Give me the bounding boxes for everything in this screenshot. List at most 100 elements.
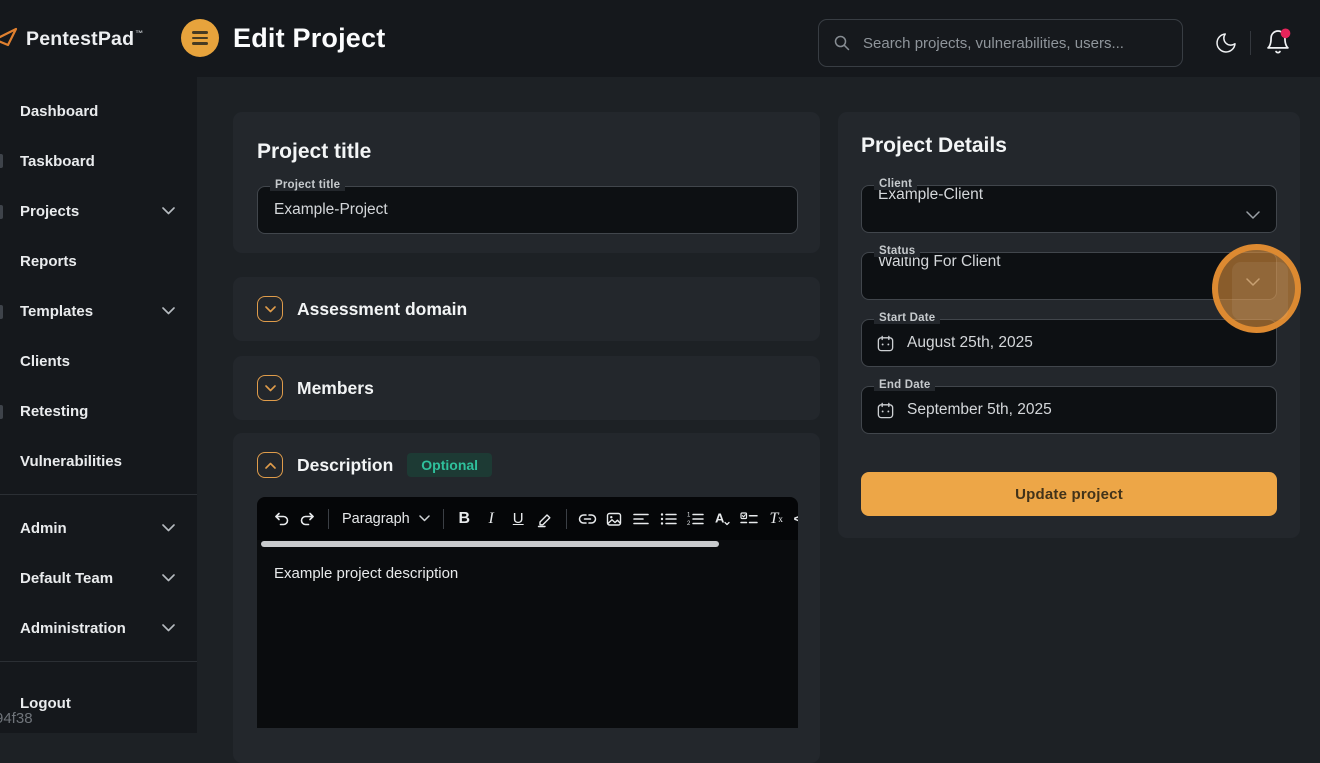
sidebar-item-admin[interactable]: Admin [0,503,197,553]
toolbar-divider [566,509,567,529]
expand-members-button[interactable] [257,375,283,401]
dark-mode-toggle[interactable] [1212,29,1240,57]
status-select[interactable]: Status Waiting For Client [861,252,1277,300]
chevron-down-icon [265,306,276,313]
svg-text:1: 1 [687,512,691,518]
calendar-icon [876,334,895,353]
search-input[interactable] [863,35,1168,52]
menu-toggle-button[interactable] [181,19,219,57]
undo-icon[interactable] [267,497,294,540]
members-title: Members [297,378,374,399]
hamburger-icon [192,31,208,33]
sidebar-item-taskboard[interactable]: Taskboard [0,136,197,186]
chevron-up-icon [265,462,276,469]
image-icon[interactable] [601,497,628,540]
ordered-list-icon[interactable]: 12 [682,497,709,540]
sidebar-item-projects[interactable]: Projects [0,186,197,236]
align-left-icon[interactable] [628,497,655,540]
underline-icon[interactable]: U [505,497,532,540]
bold-icon[interactable]: B [451,497,478,540]
client-select[interactable]: Client Example-Client [861,185,1277,233]
bell-icon [1263,27,1293,57]
sidebar-divider [0,494,197,495]
chevron-down-icon [1246,206,1260,224]
update-project-button[interactable]: Update project [861,472,1277,516]
members-section: Members [233,356,820,420]
code-view-icon[interactable]: <> [790,497,798,540]
start-date-field[interactable]: Start Date August 25th, 2025 [861,319,1277,367]
chevron-down-icon [162,307,175,315]
notifications-button[interactable] [1262,26,1294,58]
cut-off-icon [0,305,3,319]
version-hash: 94f38 [0,710,33,727]
moon-icon [1214,31,1238,55]
description-textarea[interactable]: Example project description [257,548,798,728]
cut-off-icon [0,405,3,419]
sidebar-item-vulnerabilities[interactable]: Vulnerabilities [0,436,197,486]
brand-logo-icon [0,27,20,53]
scrollbar-thumb[interactable] [261,541,719,547]
sidebar-item-dashboard[interactable]: Dashboard [0,86,197,136]
sidebar-item-clients[interactable]: Clients [0,336,197,386]
sidebar-item-templates[interactable]: Templates [0,286,197,336]
project-details-card: Project Details Client Example-Client St… [838,112,1300,538]
highlight-icon[interactable] [532,497,559,540]
page-title: Edit Project [233,23,385,54]
cut-off-icon [0,205,3,219]
assessment-domain-title: Assessment domain [297,299,467,320]
brand-name: PentestPad™ [26,28,143,51]
chevron-down-icon [162,574,175,582]
italic-icon[interactable]: I [478,497,505,540]
start-date-label: Start Date [874,312,940,324]
end-date-field[interactable]: End Date September 5th, 2025 [861,386,1277,434]
toolbar-divider [328,509,329,529]
chevron-down-icon [162,624,175,632]
sidebar-item-administration[interactable]: Administration [0,603,197,653]
header-divider [1250,31,1251,55]
project-title-card: Project title Project title [233,112,820,253]
toolbar-divider [443,509,444,529]
description-title: Description [297,455,393,476]
expand-assessment-domain-button[interactable] [257,296,283,322]
collapse-description-button[interactable] [257,452,283,478]
sidebar-item-default-team[interactable]: Default Team [0,553,197,603]
assessment-domain-section: Assessment domain [233,277,820,341]
sidebar: Dashboard Taskboard Projects Reports Tem… [0,77,197,733]
chevron-down-icon [162,524,175,532]
sidebar-item-retesting[interactable]: Retesting [0,386,197,436]
description-section: Description Optional Paragraph B I U [233,433,820,763]
bullet-list-icon[interactable] [655,497,682,540]
paragraph-style-dropdown[interactable]: Paragraph [336,497,436,540]
link-icon[interactable] [574,497,601,540]
sidebar-divider [0,661,197,662]
client-value: Example-Client [862,186,1276,204]
redo-icon[interactable] [294,497,321,540]
description-text: Example project description [274,565,781,582]
project-details-heading: Project Details [861,134,1277,158]
calendar-icon [876,401,895,420]
editor-horizontal-scrollbar[interactable] [257,540,798,548]
status-value: Waiting For Client [862,253,1276,271]
project-title-field-label: Project title [270,179,345,191]
search-icon [833,34,851,52]
top-header: PentestPad™ Edit Project [0,0,1320,77]
svg-text:2: 2 [687,521,691,526]
project-title-heading: Project title [257,140,798,164]
editor-toolbar: Paragraph B I U 12 [257,497,798,540]
client-label: Client [874,178,917,190]
trademark-symbol: ™ [135,29,143,38]
project-title-field[interactable]: Project title [257,186,798,234]
global-search[interactable] [818,19,1183,67]
project-title-input[interactable] [258,187,797,233]
font-color-icon[interactable]: A [709,497,736,540]
rich-text-editor: Paragraph B I U 12 [257,497,798,728]
optional-badge: Optional [407,453,492,477]
sidebar-item-reports[interactable]: Reports [0,236,197,286]
chevron-down-icon [265,385,276,392]
cut-off-icon [0,154,3,168]
chevron-down-icon [419,515,430,522]
start-date-value: August 25th, 2025 [907,334,1033,352]
clear-formatting-icon[interactable]: Tx [763,497,790,540]
svg-text:A: A [715,511,725,526]
task-list-icon[interactable] [736,497,763,540]
